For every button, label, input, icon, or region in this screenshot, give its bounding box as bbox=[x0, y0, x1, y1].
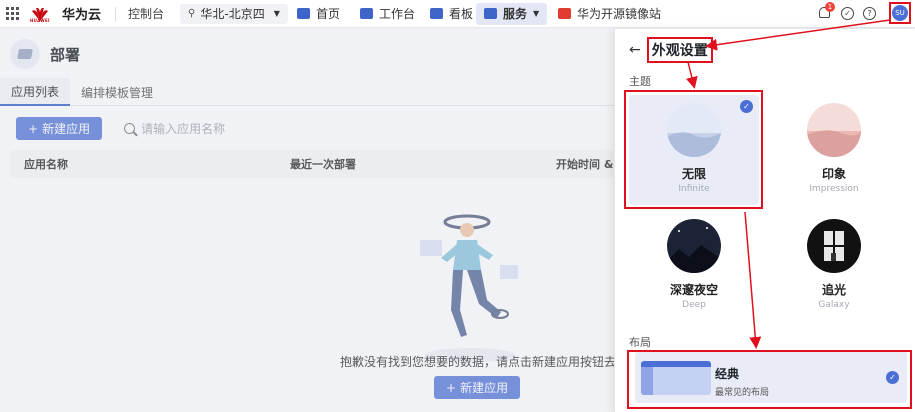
highlight-theme-infinite bbox=[624, 90, 763, 209]
theme-card-deep[interactable]: 深邃夜空 Deep bbox=[629, 211, 759, 321]
help-icon[interactable]: ? bbox=[863, 6, 876, 20]
mirror-site-icon bbox=[558, 8, 571, 19]
layout-section-label: 布局 bbox=[629, 336, 651, 349]
drawer-header: ← 外观设置 bbox=[629, 37, 713, 63]
theme-deep-name: 深邃夜空 bbox=[669, 283, 718, 297]
back-arrow-icon[interactable]: ← bbox=[629, 42, 641, 58]
theme-impression-en: Impression bbox=[809, 184, 859, 194]
avatar-highlight: SU bbox=[889, 2, 911, 24]
nav-board[interactable]: 看板 bbox=[422, 3, 481, 25]
topbar-actions: 1 ✓ ? SU bbox=[818, 2, 911, 24]
nav-workbench[interactable]: 工作台 bbox=[352, 3, 423, 25]
theme-galaxy-en: Galaxy bbox=[818, 300, 850, 310]
theme-impression-thumb bbox=[807, 103, 861, 157]
check-circle-icon[interactable]: ✓ bbox=[841, 6, 854, 20]
theme-deep-en: Deep bbox=[682, 300, 706, 310]
service-icon bbox=[484, 8, 497, 19]
nav-mirror[interactable]: 华为开源镜像站 bbox=[550, 3, 669, 25]
nav-service[interactable]: 服务 ▼ bbox=[476, 2, 548, 25]
huawei-logo[interactable] bbox=[30, 0, 50, 28]
region-label: 华北-北京四 bbox=[200, 7, 265, 21]
board-icon bbox=[430, 8, 443, 19]
workbench-icon bbox=[360, 8, 373, 19]
avatar[interactable]: SU bbox=[892, 5, 908, 21]
theme-card-galaxy[interactable]: 追光 Galaxy bbox=[769, 211, 899, 321]
nav-mirror-label: 华为开源镜像站 bbox=[577, 7, 662, 21]
notification-bell-icon[interactable]: 1 bbox=[818, 2, 835, 20]
brand-name[interactable]: 华为云 bbox=[62, 4, 101, 23]
caret-down-icon: ▼ bbox=[273, 9, 280, 18]
theme-card-impression[interactable]: 印象 Impression bbox=[769, 95, 899, 205]
nav-home-label: 首页 bbox=[316, 7, 341, 21]
divider bbox=[115, 6, 117, 21]
app-grid-icon[interactable] bbox=[6, 6, 20, 21]
location-pin-icon: ⚲ bbox=[188, 8, 196, 19]
top-bar: HUAWEI 华为云 控制台 ⚲ 华北-北京四 ▼ 首页 工作台 看板 服务 ▼… bbox=[0, 0, 915, 28]
highlight-layout-classic bbox=[627, 350, 912, 409]
theme-section-label: 主题 bbox=[629, 75, 651, 88]
drawer-title: 外观设置 bbox=[646, 37, 713, 63]
console-link[interactable]: 控制台 bbox=[128, 5, 164, 22]
nav-board-label: 看板 bbox=[449, 7, 474, 21]
theme-galaxy-thumb bbox=[807, 219, 861, 273]
logo-wordmark: HUAWEI bbox=[30, 18, 50, 23]
theme-galaxy-name: 追光 bbox=[821, 283, 846, 297]
overlay-mask[interactable] bbox=[0, 29, 620, 412]
chevron-down-icon: ▼ bbox=[533, 9, 540, 18]
theme-deep-thumb bbox=[667, 219, 721, 273]
nav-workbench-label: 工作台 bbox=[379, 7, 416, 21]
notification-badge: 1 bbox=[825, 2, 835, 12]
home-icon bbox=[297, 8, 310, 19]
nav-home[interactable]: 首页 bbox=[289, 3, 348, 25]
region-selector[interactable]: ⚲ 华北-北京四 ▼ bbox=[180, 3, 288, 24]
nav-service-label: 服务 bbox=[503, 7, 528, 21]
theme-impression-name: 印象 bbox=[821, 167, 846, 181]
